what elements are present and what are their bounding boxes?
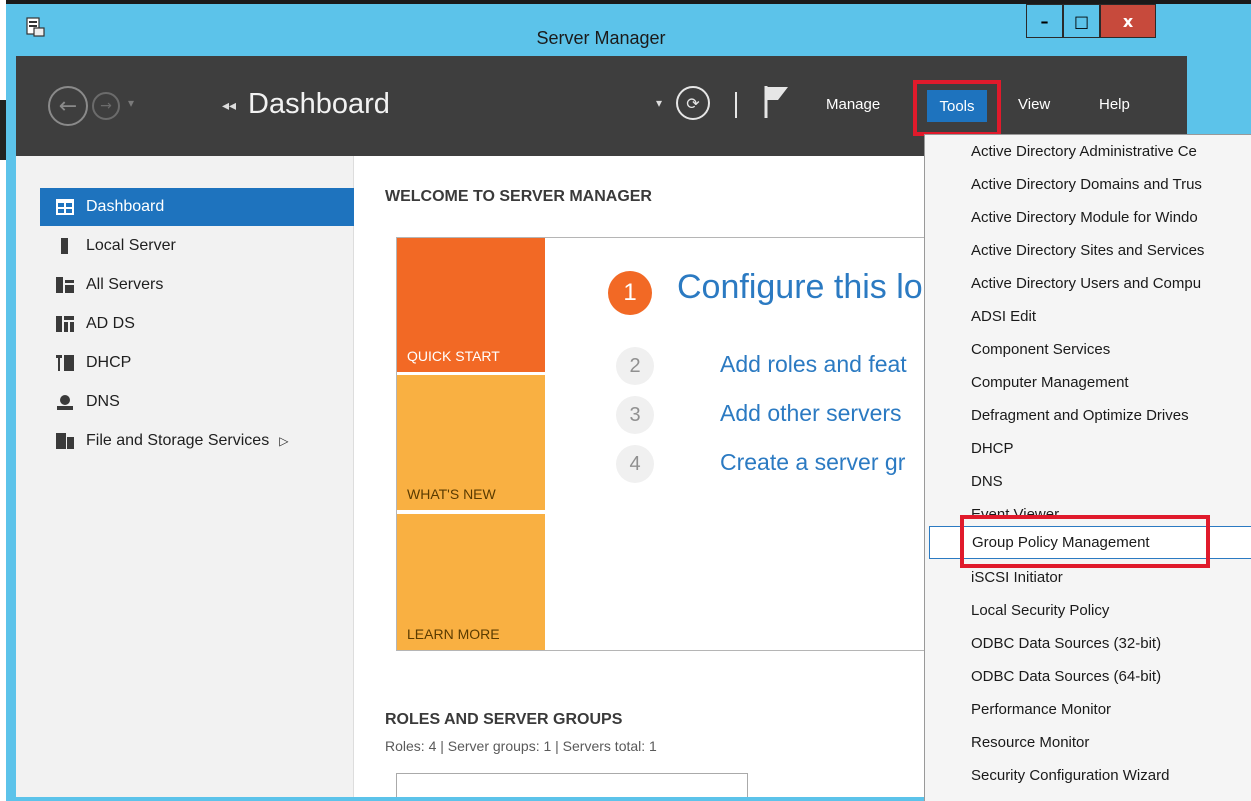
learn-more-tile[interactable]: LEARN MORE <box>397 514 545 650</box>
back-arrow-icon: ← <box>58 93 78 119</box>
view-menu[interactable]: View <box>1018 96 1050 113</box>
create-server-group-link[interactable]: Create a server gr <box>720 449 905 476</box>
sidebar-item-local-server[interactable]: Local Server <box>40 227 354 265</box>
role-tile[interactable] <box>396 773 748 797</box>
menu-item-ad-domains-trusts[interactable]: Active Directory Domains and Trus <box>971 168 1251 201</box>
menu-item-local-security-policy[interactable]: Local Security Policy <box>971 594 1251 627</box>
tile-label: WHAT'S NEW <box>407 486 496 502</box>
forward-arrow-icon: → <box>100 98 112 114</box>
history-dropdown-icon[interactable]: ▾ <box>128 96 134 110</box>
refresh-button[interactable]: ⟳ <box>676 86 710 120</box>
configure-local-server-link[interactable]: Configure this loc <box>677 268 940 307</box>
ad-ds-icon <box>56 316 74 332</box>
servers-icon <box>56 277 74 293</box>
tools-menu[interactable]: Tools <box>927 90 987 122</box>
menu-item-ad-sites-services[interactable]: Active Directory Sites and Services <box>971 234 1251 267</box>
menu-item-services[interactable]: Services <box>971 792 1251 801</box>
window-controls: – □ x <box>1026 4 1156 38</box>
quick-start-tile[interactable]: QUICK START <box>397 238 545 372</box>
minimize-button[interactable]: – <box>1026 4 1063 38</box>
menu-item-adsi-edit[interactable]: ADSI Edit <box>971 300 1251 333</box>
tile-label: QUICK START <box>407 348 500 364</box>
maximize-button[interactable]: □ <box>1063 4 1100 38</box>
breadcrumb-arrows-icon: ◂◂ <box>222 98 237 114</box>
close-button[interactable]: x <box>1100 4 1156 38</box>
breadcrumb-dropdown-icon[interactable]: ▾ <box>656 96 662 110</box>
welcome-title: WELCOME TO SERVER MANAGER <box>385 188 652 205</box>
whats-new-tile[interactable]: WHAT'S NEW <box>397 375 545 510</box>
sidebar-item-file-storage[interactable]: File and Storage Services ▷ <box>40 422 354 460</box>
sidebar-item-label: All Servers <box>86 276 164 293</box>
menu-item-computer-management[interactable]: Computer Management <box>971 366 1251 399</box>
dns-icon <box>57 395 73 410</box>
sidebar-item-label: DNS <box>86 393 120 410</box>
add-servers-link[interactable]: Add other servers <box>720 400 902 427</box>
help-menu[interactable]: Help <box>1099 96 1130 113</box>
forward-button[interactable]: → <box>92 92 120 120</box>
menu-item-dns[interactable]: DNS <box>971 465 1251 498</box>
menu-item-ad-module[interactable]: Active Directory Module for Windo <box>971 201 1251 234</box>
server-icon <box>61 238 68 254</box>
menu-item-ad-admin-center[interactable]: Active Directory Administrative Ce <box>971 135 1251 168</box>
tools-dropdown-menu: Active Directory Administrative Ce Activ… <box>924 134 1251 801</box>
menu-item-resource-monitor[interactable]: Resource Monitor <box>971 726 1251 759</box>
tile-label: LEARN MORE <box>407 626 500 642</box>
storage-icon <box>56 433 74 449</box>
sidebar-item-label: Local Server <box>86 237 176 254</box>
back-button[interactable]: ← <box>48 86 88 126</box>
menu-item-ad-users-computers[interactable]: Active Directory Users and Compu <box>971 267 1251 300</box>
menu-item-odbc-32[interactable]: ODBC Data Sources (32-bit) <box>971 627 1251 660</box>
menu-item-performance-monitor[interactable]: Performance Monitor <box>971 693 1251 726</box>
step-2-number: 2 <box>616 347 654 385</box>
step-1-number: 1 <box>608 271 652 315</box>
dhcp-icon <box>56 355 74 371</box>
sidebar-item-ad-ds[interactable]: AD DS <box>40 305 354 343</box>
window-title: Server Manager <box>536 28 666 48</box>
sidebar: Dashboard Local Server All Servers AD DS… <box>16 156 354 797</box>
menu-item-odbc-64[interactable]: ODBC Data Sources (64-bit) <box>971 660 1251 693</box>
dashboard-icon <box>56 199 74 215</box>
submenu-arrow-icon[interactable]: ▷ <box>279 434 288 448</box>
breadcrumb: Dashboard <box>248 88 390 120</box>
sidebar-item-label: DHCP <box>86 354 132 371</box>
roles-stats: Roles: 4 | Server groups: 1 | Servers to… <box>385 738 657 754</box>
sidebar-item-dhcp[interactable]: DHCP <box>40 344 354 382</box>
step-3-number: 3 <box>616 396 654 434</box>
menu-item-security-config-wizard[interactable]: Security Configuration Wizard <box>971 759 1251 792</box>
sidebar-item-label: Dashboard <box>86 198 165 215</box>
title-bar[interactable]: Server Manager – □ x <box>6 4 1251 56</box>
refresh-icon: ⟳ <box>686 93 700 113</box>
manage-menu[interactable]: Manage <box>826 96 880 113</box>
notifications-flag-icon[interactable] <box>760 84 792 120</box>
menu-item-dhcp[interactable]: DHCP <box>971 432 1251 465</box>
menu-item-component-services[interactable]: Component Services <box>971 333 1251 366</box>
sidebar-item-all-servers[interactable]: All Servers <box>40 266 354 304</box>
roles-title: ROLES AND SERVER GROUPS <box>385 711 623 728</box>
sidebar-item-dns[interactable]: DNS <box>40 383 354 421</box>
sidebar-item-label: File and Storage Services <box>86 432 270 449</box>
header-separator <box>735 92 737 118</box>
group-policy-annotation-box <box>960 515 1210 568</box>
add-roles-link[interactable]: Add roles and feat <box>720 351 907 378</box>
menu-item-defragment[interactable]: Defragment and Optimize Drives <box>971 399 1251 432</box>
step-4-number: 4 <box>616 445 654 483</box>
sidebar-item-dashboard[interactable]: Dashboard <box>40 188 354 226</box>
sidebar-item-label: AD DS <box>86 315 135 332</box>
